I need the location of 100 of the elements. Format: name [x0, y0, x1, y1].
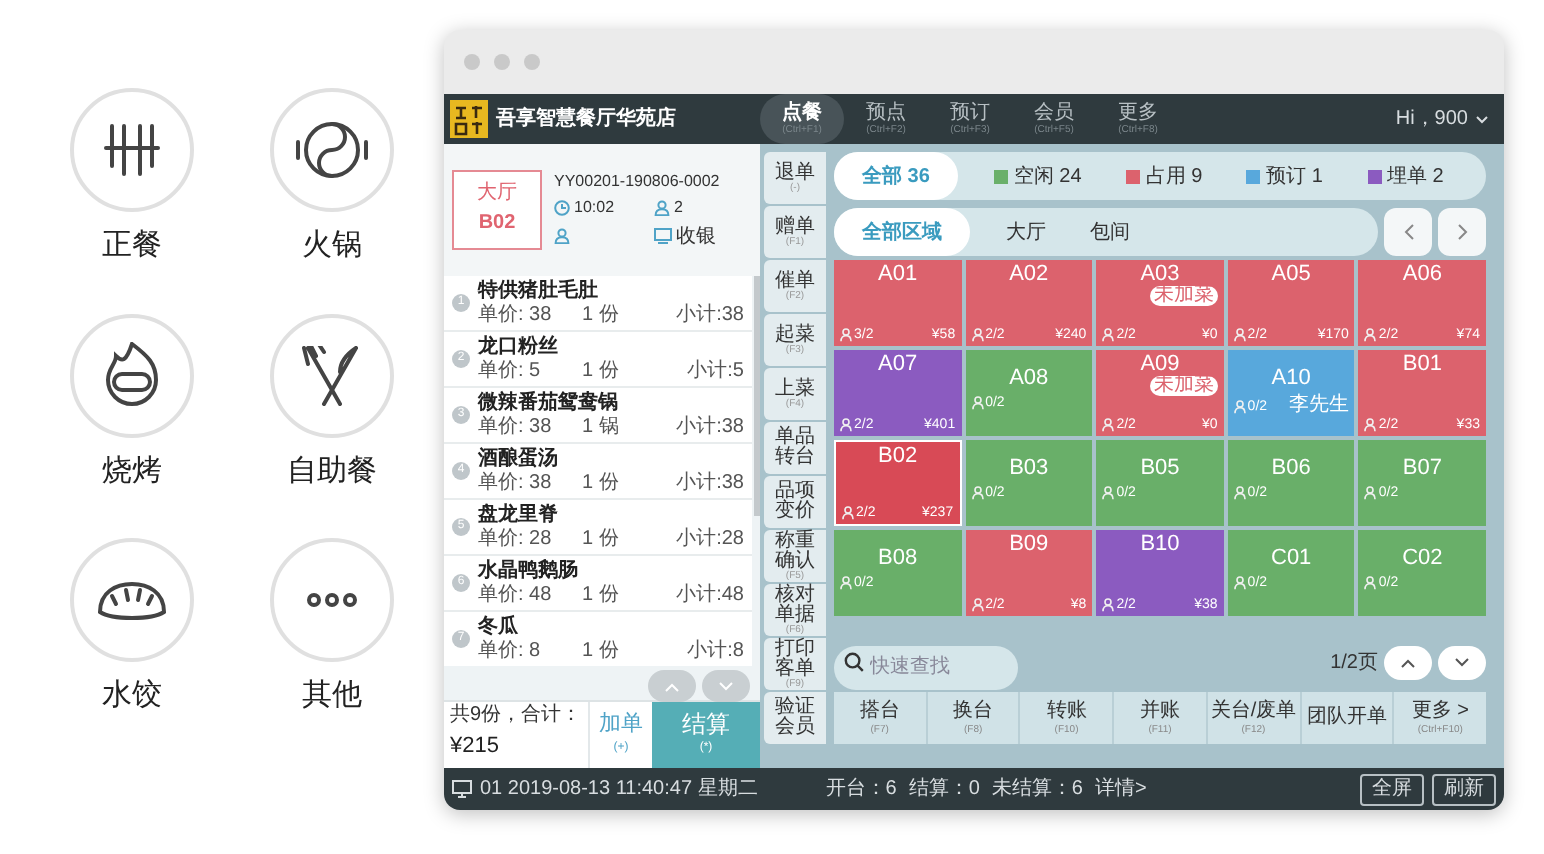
- category-label: 自助餐: [287, 451, 377, 491]
- person-icon: [971, 328, 984, 342]
- order-time: 10:02: [574, 195, 615, 219]
- register-icon: [654, 228, 672, 244]
- side-action-button[interactable]: 单品转台: [764, 422, 826, 474]
- category-button[interactable]: [70, 88, 194, 212]
- person-icon: [554, 228, 570, 244]
- item-subtotal: 小计:38: [676, 303, 744, 327]
- category-button[interactable]: [70, 313, 194, 437]
- details-link[interactable]: 详情>: [1094, 774, 1147, 804]
- item-quantity: 1 份: [582, 639, 619, 663]
- filter-tab[interactable]: 埋单 2: [1359, 152, 1452, 200]
- page-down-button[interactable]: [1438, 645, 1486, 679]
- table-name: B10: [1138, 534, 1182, 556]
- item-name: 水晶鸭鹅肠: [478, 559, 580, 583]
- table-name: A08: [1007, 368, 1051, 390]
- table-name: C01: [1269, 548, 1314, 570]
- person-icon: [1233, 576, 1246, 590]
- scrollbar[interactable]: [754, 276, 760, 516]
- item-name: 龙口粉丝: [478, 335, 560, 359]
- page-up-button[interactable]: [1384, 645, 1432, 679]
- hot-pot-icon: [296, 122, 368, 178]
- customer-name: 李先生: [1288, 396, 1349, 416]
- dumpling-icon: [98, 581, 166, 619]
- chevron-left-icon: [1403, 224, 1413, 240]
- filter-tab[interactable]: 预订 1: [1238, 152, 1331, 200]
- item-price: 单价: 38: [478, 303, 554, 327]
- person-icon: [1364, 576, 1377, 590]
- person-icon: [1364, 418, 1377, 432]
- item-name: 微辣番茄鸳鸯锅: [478, 391, 620, 415]
- table-name: A01: [876, 264, 920, 286]
- item-name: 特供猪肚毛肚: [478, 279, 600, 303]
- category-label: 其他: [302, 676, 362, 716]
- category-button[interactable]: [270, 313, 394, 437]
- area-label: 大厅: [477, 183, 517, 203]
- person-icon: [654, 199, 670, 215]
- status-bar-button[interactable]: 全屏: [1360, 773, 1424, 805]
- item-quantity: 1 锅: [582, 415, 619, 439]
- stat-text: 结算：0: [908, 775, 980, 804]
- category-button[interactable]: [70, 538, 194, 662]
- person-icon: [971, 486, 984, 500]
- filter-tab[interactable]: 包间: [1082, 208, 1138, 256]
- person-icon: [1233, 328, 1246, 342]
- item-price: 单价: 38: [478, 415, 554, 439]
- table-name: B01: [1400, 354, 1444, 376]
- table-name: A05: [1269, 264, 1313, 286]
- table-name: A03: [1138, 264, 1182, 286]
- person-icon: [840, 576, 852, 590]
- table-name: B02: [876, 446, 920, 468]
- filter-tab[interactable]: 空闲 24: [985, 152, 1090, 200]
- chevron-up-icon: [1400, 657, 1416, 667]
- item-quantity: 1 份: [582, 527, 619, 551]
- item-subtotal: 小计:28: [676, 527, 744, 551]
- status-bar-button[interactable]: 刷新: [1432, 773, 1496, 805]
- category-button[interactable]: [270, 538, 394, 662]
- item-quantity: 1 份: [582, 471, 619, 495]
- stat-text: 开台：6: [825, 775, 897, 804]
- person-icon: [1233, 486, 1246, 500]
- item-price: 单价: 38: [478, 471, 554, 495]
- table-name: B09: [1007, 534, 1051, 556]
- person-icon: [971, 396, 984, 410]
- side-action-button[interactable]: 品项变价: [764, 476, 826, 528]
- category-label: 烧烤: [102, 451, 162, 491]
- chevron-down-icon: [718, 681, 734, 691]
- search-icon: [844, 652, 864, 672]
- logo-icon: [450, 100, 488, 138]
- item-quantity: 1 份: [582, 359, 619, 383]
- item-name: 酒酿蛋汤: [478, 447, 560, 471]
- flame-sausage-icon: [104, 341, 160, 409]
- user-greeting[interactable]: Hi，900: [1395, 104, 1468, 134]
- category-button[interactable]: [270, 88, 394, 212]
- filter-tab[interactable]: 占用 9: [1117, 152, 1211, 200]
- stat-text: 未结算：6: [991, 775, 1083, 804]
- table-name: B08: [876, 548, 920, 570]
- item-subtotal: 小计:48: [676, 583, 744, 607]
- guest-count: 2: [674, 195, 683, 219]
- person-icon: [1233, 399, 1246, 413]
- person-icon: [840, 418, 852, 432]
- table-name: C02: [1400, 548, 1445, 570]
- table-name: B06: [1269, 458, 1313, 480]
- terminal-info: 01 2019-08-13 11:40:47 星期二: [480, 775, 758, 804]
- category-label: 火锅: [302, 226, 362, 266]
- search-field[interactable]: 快速查找: [834, 645, 1018, 689]
- caret-icon: [1476, 115, 1488, 123]
- clock-icon: [554, 199, 570, 215]
- side-action-button[interactable]: 验证会员: [764, 692, 826, 744]
- action-button[interactable]: 团队开单: [1301, 692, 1393, 744]
- category-label: 水饺: [102, 676, 162, 716]
- item-quantity: 1 份: [582, 303, 619, 327]
- item-price: 单价: 28: [478, 527, 554, 551]
- fork-knife-icon: [302, 345, 362, 405]
- chevron-down-icon: [1454, 657, 1470, 667]
- person-icon: [1102, 328, 1115, 342]
- item-subtotal: 小计:38: [676, 471, 744, 495]
- summary-label: 共9份，合计：: [450, 706, 584, 727]
- table-name: A10: [1269, 368, 1313, 390]
- item-price: 单价: 8: [478, 639, 543, 663]
- person-icon: [971, 598, 984, 612]
- filter-tab[interactable]: 大厅: [998, 208, 1054, 256]
- table-name: A02: [1007, 264, 1051, 286]
